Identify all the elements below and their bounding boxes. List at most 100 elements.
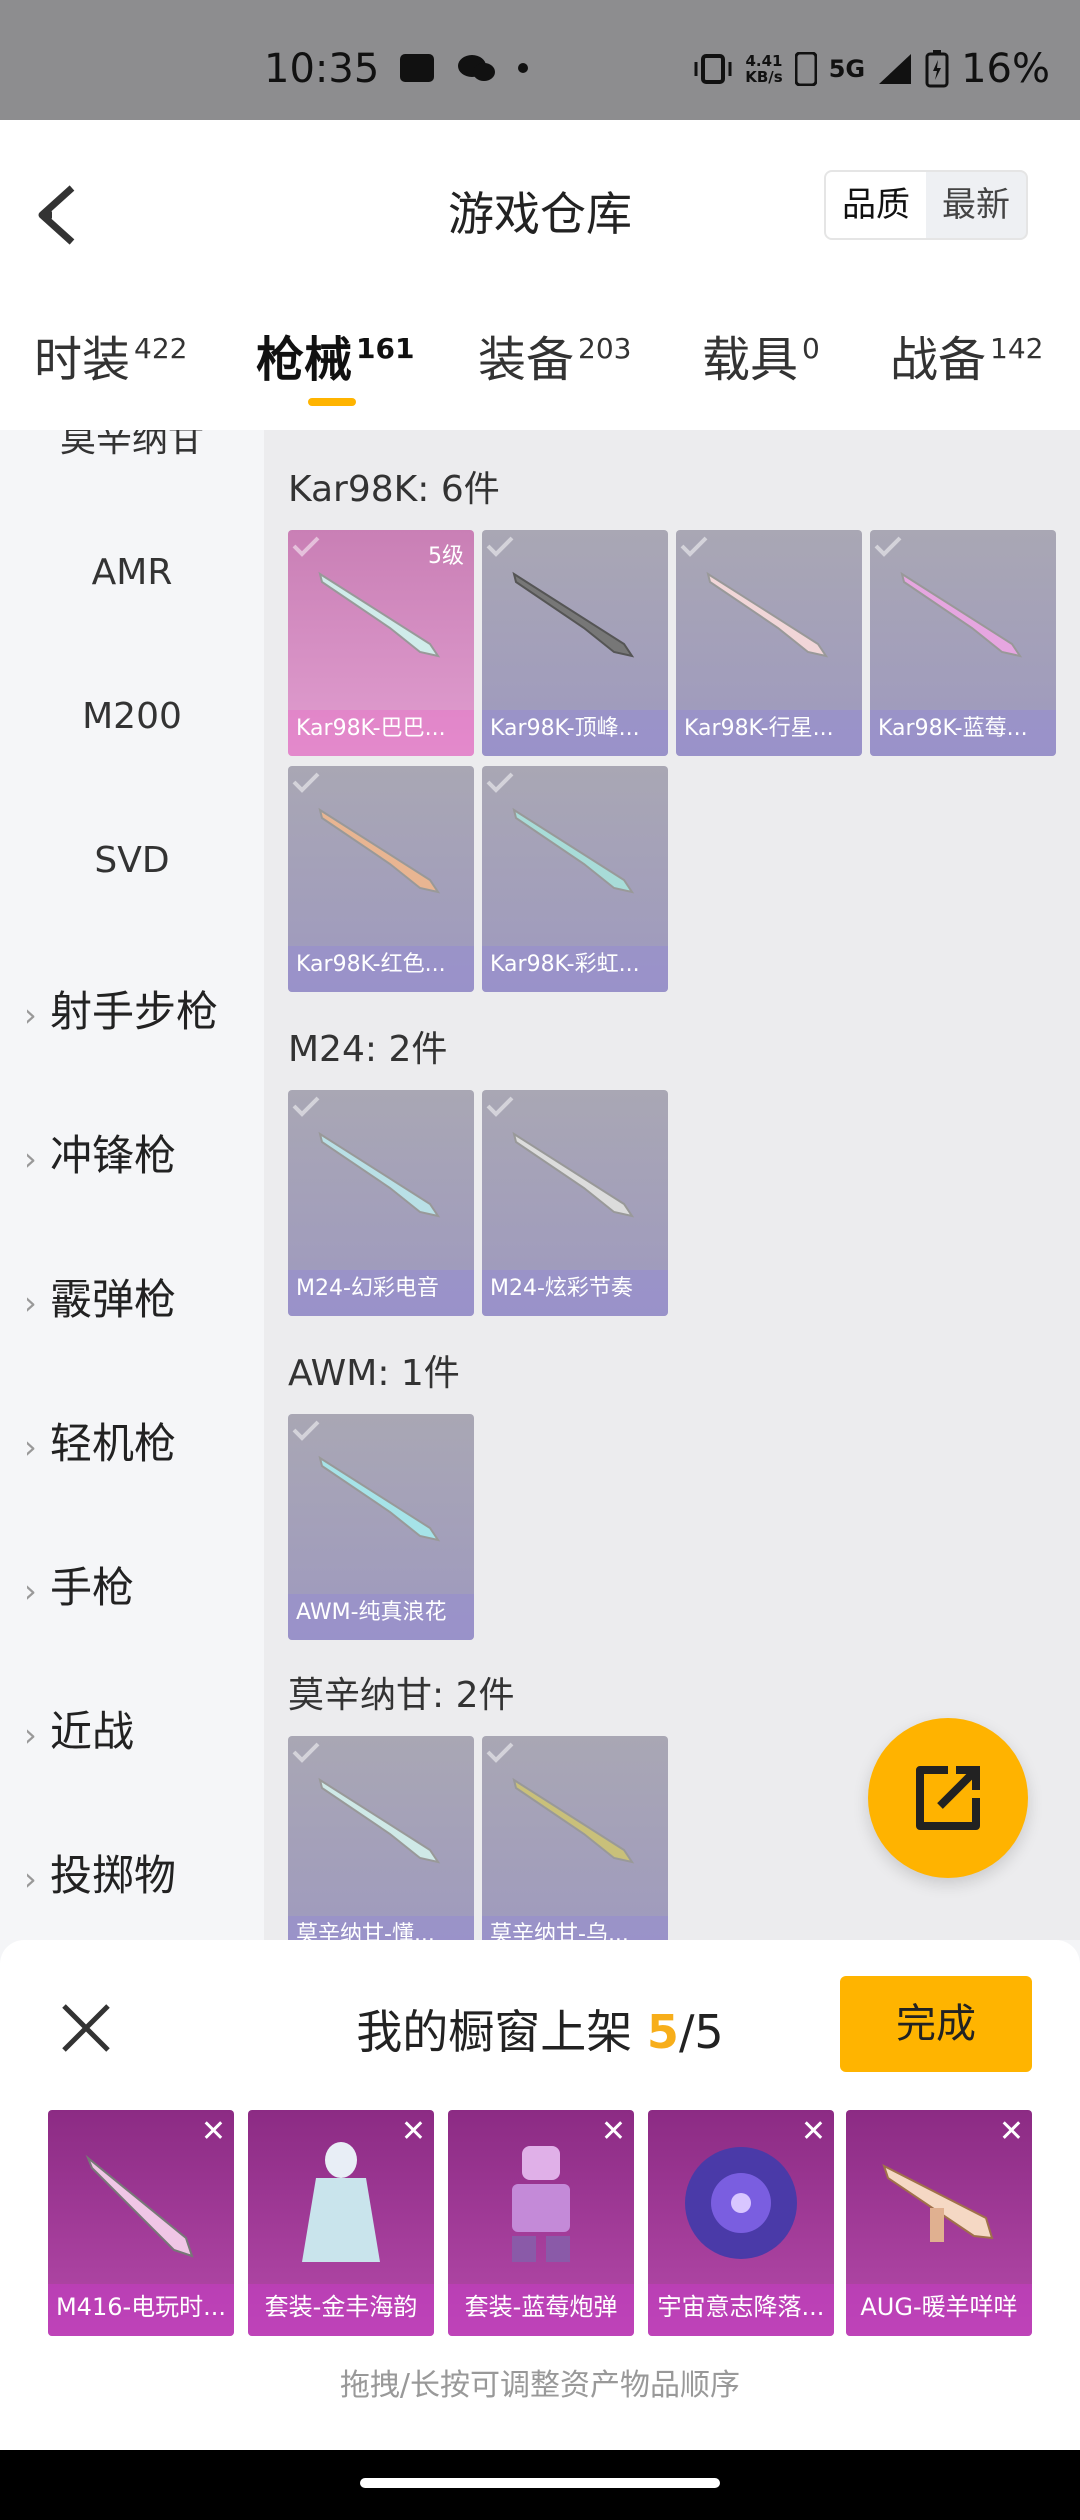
hd-icon <box>794 52 817 86</box>
sort-quality-button[interactable]: 品质 <box>826 172 926 238</box>
item-card[interactable]: Kar98K-蓝莓... <box>870 530 1056 756</box>
sidebar-cat-shotgun[interactable]: › 霰弹枪 <box>24 1266 176 1327</box>
sidebar-item-partial[interactable]: 莫辛纳甘 <box>0 430 264 462</box>
check-icon <box>292 536 320 557</box>
check-icon <box>292 1742 320 1763</box>
tab-firearms[interactable]: 枪械 161 <box>256 320 414 390</box>
showcase-item[interactable]: ✕ 套装-金丰海韵 <box>248 2110 434 2336</box>
rifle-icon <box>85 2154 194 2258</box>
rifle-icon <box>318 1131 441 1218</box>
item-label: M24-炫彩节奏 <box>490 1276 633 1301</box>
done-button[interactable]: 完成 <box>840 1976 1032 2072</box>
item-label: 莫辛纳甘-懂... <box>296 1922 435 1940</box>
check-icon <box>874 536 902 557</box>
item-label: Kar98K-顶峰... <box>490 716 640 741</box>
share-external-icon <box>916 1766 980 1830</box>
chevron-right-icon: › <box>24 1284 37 1322</box>
net-speed: 4.41 <box>745 52 783 70</box>
outfit-icon <box>512 2146 570 2262</box>
showcase-item[interactable]: ✕ 宇宙意志降落... <box>648 2110 834 2336</box>
item-card[interactable]: 5级 Kar98K-巴巴... <box>288 530 474 756</box>
sidebar-cat-smg[interactable]: › 冲锋枪 <box>24 1122 176 1183</box>
section-title: Kar98K: 6件 <box>288 469 500 510</box>
chevron-right-icon: › <box>24 1716 37 1754</box>
rifle-icon <box>318 1455 441 1542</box>
category-tabs: 时装 422 枪械 161 装备 203 载具 0 战备 142 <box>0 290 1080 430</box>
item-label: M24-幻彩电音 <box>296 1276 439 1301</box>
chevron-right-icon: › <box>24 1140 37 1178</box>
rifle-icon <box>318 1777 441 1864</box>
chevron-right-icon: › <box>24 1428 37 1466</box>
rifle-icon <box>318 807 441 894</box>
check-icon <box>486 536 514 557</box>
sidebar-item-svd[interactable]: SVD <box>0 840 264 881</box>
check-icon <box>486 1096 514 1117</box>
chevron-right-icon: › <box>24 996 37 1034</box>
battery-icon <box>925 50 949 88</box>
item-card[interactable]: 莫辛纳甘-懂... <box>288 1736 474 1940</box>
status-bar: 10:35 4.41 KB/s 5G 16% <box>0 0 1080 120</box>
showcase-sheet: 我的橱窗上架 5/5 完成 ✕ M416-电玩时... ✕ 套装-金丰海韵 ✕ … <box>0 1940 1080 2450</box>
item-label: Kar98K-红色... <box>296 952 446 977</box>
active-tab-indicator <box>308 398 356 406</box>
showcase-item[interactable]: ✕ M416-电玩时... <box>48 2110 234 2336</box>
section-title: AWM: 1件 <box>288 1353 460 1394</box>
item-card[interactable]: Kar98K-行星... <box>676 530 862 756</box>
rifle-icon <box>512 807 635 894</box>
check-icon <box>486 772 514 793</box>
item-card[interactable]: AWM-纯真浪花 <box>288 1414 474 1640</box>
tab-equipment[interactable]: 装备 203 <box>478 320 631 390</box>
rifle-icon <box>512 1777 635 1864</box>
rifle-icon <box>512 1131 635 1218</box>
tab-supplies[interactable]: 战备 142 <box>890 320 1043 390</box>
item-card[interactable]: Kar98K-顶峰... <box>482 530 668 756</box>
rifle-icon <box>512 571 635 658</box>
outfit-icon <box>302 2142 380 2262</box>
sidebar-item-amr[interactable]: AMR <box>0 552 264 593</box>
item-card[interactable]: 莫辛纳甘-乌... <box>482 1736 668 1940</box>
rifle-icon <box>318 571 441 658</box>
sidebar-item-m200[interactable]: M200 <box>0 696 264 737</box>
check-icon <box>486 1742 514 1763</box>
galaxy-orb-icon <box>685 2147 797 2259</box>
item-label: Kar98K-行星... <box>684 716 834 741</box>
sidebar-cat-throwable[interactable]: › 投掷物 <box>24 1842 176 1903</box>
tab-vehicles[interactable]: 载具 0 <box>702 320 820 390</box>
tab-fashion[interactable]: 时装 422 <box>34 320 187 390</box>
sidebar-cat-melee[interactable]: › 近战 <box>24 1698 134 1759</box>
item-card[interactable]: Kar98K-红色... <box>288 766 474 992</box>
chevron-right-icon: › <box>24 1572 37 1610</box>
signal-icon <box>879 54 912 84</box>
notification-dot-icon <box>518 63 528 73</box>
message-icon <box>400 54 434 82</box>
item-card[interactable]: M24-幻彩电音 <box>288 1090 474 1316</box>
share-button[interactable] <box>868 1718 1028 1878</box>
vibrate-icon <box>694 54 732 84</box>
sort-toggle: 品质 最新 <box>824 170 1028 240</box>
item-label: Kar98K-蓝莓... <box>878 716 1028 741</box>
sidebar-cat-lmg[interactable]: › 轻机枪 <box>24 1410 176 1471</box>
rifle-icon <box>706 571 829 658</box>
sort-newest-button[interactable]: 最新 <box>926 172 1026 238</box>
item-label: Kar98K-巴巴... <box>296 716 446 741</box>
rifle-icon <box>882 2164 994 2242</box>
system-nav-bar <box>0 2450 1080 2520</box>
battery-level: 16% <box>961 46 1050 92</box>
app-bar: 游戏仓库 品质 最新 <box>0 120 1080 290</box>
wechat-icon <box>458 55 495 81</box>
chevron-right-icon: › <box>24 1860 37 1898</box>
item-card[interactable]: M24-炫彩节奏 <box>482 1090 668 1316</box>
sidebar: 莫辛纳甘 AMR M200 SVD › 射手步枪 › 冲锋枪 › 霰弹枪 › 轻机枪 ›… <box>0 430 264 1940</box>
item-label: M416-电玩时... <box>55 2293 227 2321</box>
item-label: 套装-蓝莓炮弹 <box>464 2293 618 2321</box>
sidebar-cat-pistol[interactable]: › 手枪 <box>24 1554 134 1615</box>
item-label: 莫辛纳甘-乌... <box>490 1922 629 1940</box>
sidebar-cat-marksman[interactable]: › 射手步枪 <box>24 978 218 1039</box>
check-icon <box>292 1420 320 1441</box>
showcase-count: 5 <box>646 2005 679 2059</box>
net-speed-unit: KB/s <box>745 68 783 86</box>
home-indicator[interactable] <box>360 2478 720 2488</box>
showcase-item[interactable]: ✕ 套装-蓝莓炮弹 <box>448 2110 634 2336</box>
showcase-item[interactable]: ✕ AUG-暖羊咩咩 <box>846 2110 1032 2336</box>
item-card[interactable]: Kar98K-彩虹... <box>482 766 668 992</box>
